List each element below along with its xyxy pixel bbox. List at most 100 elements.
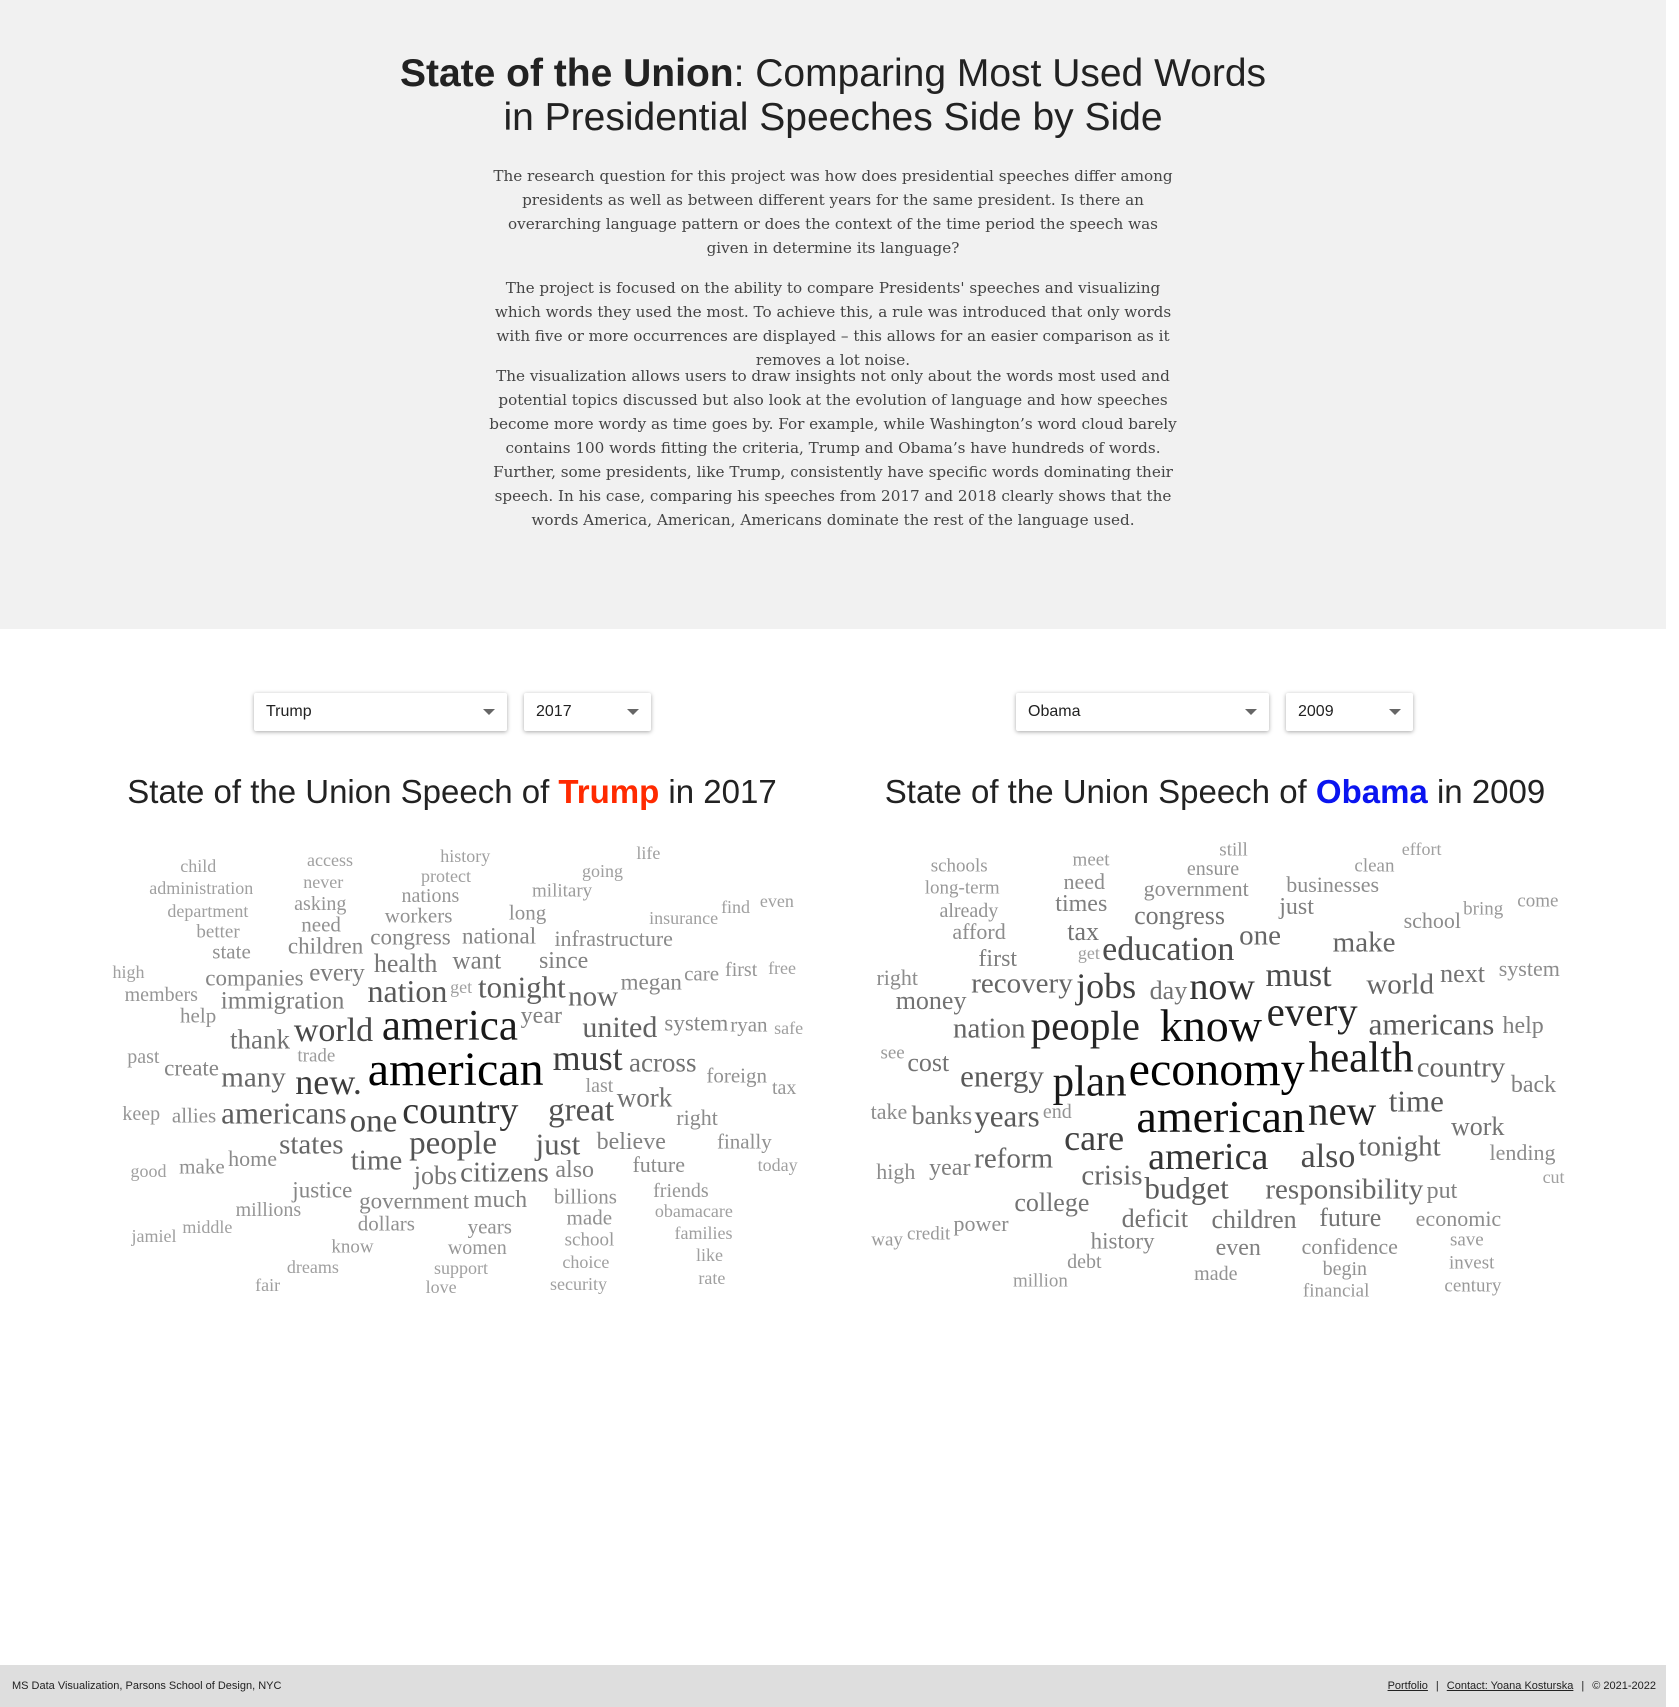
right-cloud-word: back: [1510, 1071, 1557, 1098]
left-cloud-word: good: [130, 1161, 167, 1182]
right-cloud-word: health: [1308, 1034, 1414, 1082]
right-cloud-word: jobs: [1076, 966, 1137, 1007]
page-title-bold: State of the Union: [399, 52, 734, 95]
left-cloud-word: want: [452, 947, 502, 975]
left-cloud-word: united: [582, 1010, 658, 1044]
right-cloud-word: tax: [1067, 917, 1100, 947]
left-cloud-word: protect: [420, 865, 471, 886]
portfolio-link[interactable]: Portfolio: [1388, 1680, 1428, 1692]
left-cloud-word: create: [164, 1055, 220, 1081]
left-cloud-word: time: [350, 1144, 403, 1177]
right-cloud-word: must: [1265, 957, 1332, 995]
left-cloud-word: get: [450, 976, 473, 997]
left-cloud-word: today: [757, 1155, 798, 1175]
left-cloud-word: security: [549, 1273, 607, 1294]
chevron-down-icon: [627, 709, 639, 715]
right-cloud-word: schools: [930, 855, 988, 877]
right-cloud-word: take: [870, 1099, 908, 1125]
left-cloud-word: infrastructure: [554, 926, 673, 952]
right-title-prefix: State of the Union Speech of: [884, 773, 1316, 810]
left-cloud-word: access: [307, 850, 353, 871]
right-cloud-word: responsibility: [1265, 1173, 1424, 1206]
right-title-mid: in: [1427, 773, 1472, 810]
right-cloud-word: years: [974, 1098, 1040, 1134]
right-cloud-word: effort: [1401, 838, 1442, 859]
left-speech-title: State of the Union Speech of Trump in 20…: [82, 770, 822, 814]
left-cloud-word: care: [684, 961, 720, 986]
right-cloud-word: come: [1517, 890, 1559, 912]
right-cloud-word: right: [876, 965, 919, 990]
chevron-down-icon: [1245, 709, 1257, 715]
right-cloud-word: still: [1219, 839, 1248, 861]
left-cloud-word: members: [124, 984, 198, 1007]
copyright: © 2021-2022: [1592, 1680, 1656, 1692]
left-cloud-word: department: [167, 900, 249, 921]
right-president-value: Obama: [1028, 703, 1081, 720]
left-cloud-word: school: [564, 1229, 615, 1251]
right-cloud-word: confidence: [1301, 1233, 1398, 1259]
right-cloud-word: system: [1498, 955, 1560, 981]
right-cloud-word: people: [1030, 1002, 1140, 1049]
right-cloud-word: work: [1450, 1111, 1505, 1141]
left-cloud-word: government: [359, 1188, 469, 1214]
chevron-down-icon: [1389, 709, 1401, 715]
chevron-down-icon: [483, 709, 495, 715]
left-cloud-word: since: [538, 948, 589, 975]
contact-link[interactable]: Contact: Yoana Kosturska: [1447, 1680, 1574, 1692]
right-cloud-word: americans: [1368, 1006, 1495, 1042]
left-cloud-word: american: [367, 1043, 544, 1097]
right-cloud-word: new: [1307, 1087, 1377, 1134]
right-cloud-word: know: [1159, 1000, 1263, 1052]
right-cloud-word: history: [1090, 1228, 1155, 1254]
right-cloud-word: businesses: [1286, 872, 1380, 898]
left-cloud-word: trade: [297, 1045, 336, 1067]
left-cloud-word: even: [759, 890, 794, 911]
right-cloud-word: also: [1300, 1138, 1356, 1176]
right-cloud-word: economy: [1128, 1043, 1305, 1097]
left-cloud-word: one: [349, 1103, 398, 1140]
left-president-select[interactable]: Trump: [254, 693, 507, 731]
right-cloud-word: congress: [1134, 901, 1226, 931]
left-cloud-word: americans: [221, 1095, 347, 1131]
left-cloud-word: states: [279, 1128, 344, 1161]
right-cloud-word: day: [1149, 975, 1188, 1005]
left-cloud-word: country: [402, 1089, 519, 1132]
right-cloud-word: tonight: [1358, 1130, 1441, 1163]
right-cloud-word: energy: [960, 1058, 1044, 1094]
right-cloud-word: put: [1426, 1177, 1458, 1204]
left-cloud-word: allies: [171, 1103, 217, 1128]
left-cloud-word: justice: [292, 1177, 353, 1203]
left-cloud-word: system: [664, 1010, 729, 1036]
right-cloud-word: future: [1319, 1203, 1382, 1233]
left-cloud-word: people: [409, 1125, 498, 1162]
left-cloud-word: workers: [384, 903, 453, 928]
right-cloud-word: budget: [1144, 1170, 1229, 1206]
right-cloud-word: just: [1279, 894, 1314, 921]
right-president-select[interactable]: Obama: [1016, 693, 1269, 731]
right-cloud-word: government: [1143, 876, 1249, 902]
left-cloud-word: rate: [698, 1268, 726, 1289]
left-cloud-word: find: [721, 896, 751, 917]
left-cloud-word: obamacare: [654, 1201, 733, 1222]
left-cloud-word: believe: [596, 1128, 666, 1155]
right-year-select[interactable]: 2009: [1286, 693, 1413, 731]
right-cloud-word: already: [939, 899, 999, 922]
page-title: State of the Union: Comparing Most Used …: [383, 52, 1283, 140]
right-cloud-word: year: [929, 1155, 971, 1182]
right-cloud-word: college: [1014, 1187, 1090, 1217]
right-cloud-word: recovery: [971, 967, 1073, 1000]
right-word-cloud: economy know american health plan people every…: [866, 838, 1566, 1301]
left-cloud-word: long: [508, 900, 547, 925]
right-cloud-word: banks: [911, 1100, 973, 1130]
right-cloud-word: help: [1502, 1012, 1544, 1039]
left-president-value: Trump: [266, 703, 312, 720]
left-cloud-word: like: [696, 1245, 723, 1266]
right-cloud-word: economic: [1415, 1205, 1502, 1231]
left-cloud-word: better: [196, 921, 240, 943]
left-year-select[interactable]: 2017: [524, 693, 651, 731]
left-cloud-word: many: [221, 1061, 286, 1094]
left-cloud-word: nation: [367, 972, 448, 1009]
left-cloud-word: millions: [235, 1199, 302, 1222]
left-cloud-word: middle: [182, 1216, 233, 1237]
footer: MS Data Visualization, Parsons School of…: [0, 1665, 1666, 1707]
